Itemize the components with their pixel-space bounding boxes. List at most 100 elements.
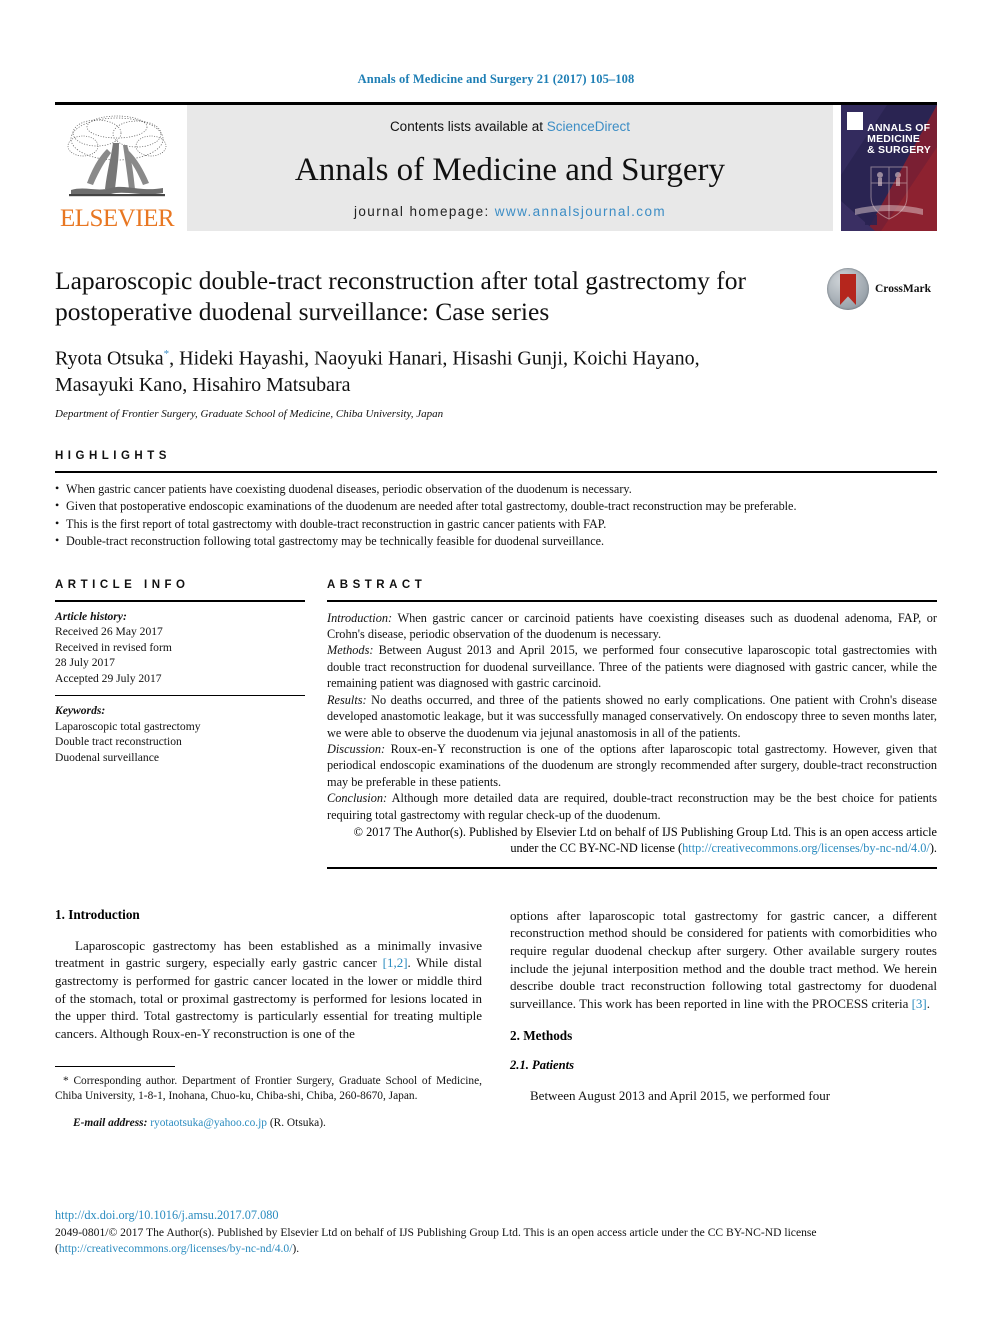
keywords-list: Keywords: Laparoscopic total gastrectomy… — [55, 703, 305, 765]
section-heading-methods: 2. Methods — [510, 1028, 573, 1044]
homepage-prefix: journal homepage: — [354, 204, 495, 219]
journal-title: Annals of Medicine and Surgery — [294, 151, 726, 188]
author-rest-line2: Masayuki Kano, Hisahiro Matsubara — [55, 373, 351, 396]
abstract-section-label: Conclusion: — [327, 791, 388, 806]
email-address-label: E-mail address: — [73, 1116, 148, 1129]
abstract-column: ABSTRACT Introduction: When gastric canc… — [327, 579, 937, 869]
keywords-block: Keywords: Laparoscopic total gastrectomy… — [55, 695, 305, 765]
abstract-section-text: When gastric cancer or carcinoid patient… — [327, 610, 937, 642]
sciencedirect-link[interactable]: ScienceDirect — [547, 119, 630, 134]
paragraph-text-post: . — [926, 995, 931, 1011]
footer-cc-license-link[interactable]: http://creativecommons.org/licenses/by-n… — [59, 1242, 293, 1255]
copyright-tail: ). — [929, 841, 937, 856]
journal-masthead: ELSEVIER Contents lists available at Sci… — [55, 102, 937, 231]
masthead-center-panel: Contents lists available at ScienceDirec… — [187, 105, 833, 231]
body-columns: 1. Introduction Laparoscopic gastrectomy… — [55, 907, 937, 1142]
abstract-section-text: Roux-en-Y reconstruction is one of the o… — [327, 741, 937, 789]
author-list: Ryota Otsuka*, Hideki Hayashi, Naoyuki H… — [55, 341, 845, 398]
highlights-section: HIGHLIGHTS When gastric cancer patients … — [55, 450, 937, 551]
subsection-heading-patients: 2.1. Patients — [510, 1058, 575, 1073]
abstract-section-text: No deaths occurred, and three of the pat… — [327, 692, 937, 740]
history-revised-date: 28 July 2017 — [55, 656, 115, 670]
elsevier-logo: ELSEVIER — [55, 105, 179, 231]
article-info-column: ARTICLE INFO Article history: Received 2… — [55, 579, 305, 869]
article-history-label: Article history: — [55, 609, 127, 623]
crossmark-icon — [827, 268, 869, 310]
info-abstract-region: ARTICLE INFO Article history: Received 2… — [55, 579, 937, 869]
paragraph-text-pre: options after laparoscopic total gastrec… — [510, 907, 937, 1011]
citation-ref-3[interactable]: [3] — [912, 996, 927, 1011]
article-history: Article history: Received 26 May 2017 Re… — [55, 609, 305, 687]
cover-title-text: ANNALS OF MEDICINE & SURGERY — [867, 122, 931, 156]
highlights-divider — [55, 470, 937, 473]
cover-elsevier-mark — [847, 112, 863, 130]
abstract-section-label: Discussion: — [327, 741, 386, 756]
affiliation: Department of Frontier Surgery, Graduate… — [55, 407, 444, 420]
homepage-link[interactable]: www.annalsjournal.com — [495, 204, 666, 219]
article-page: Annals of Medicine and Surgery 21 (2017)… — [0, 0, 992, 1323]
page-footer: http://dx.doi.org/10.1016/j.amsu.2017.07… — [55, 1208, 937, 1256]
history-accepted: Accepted 29 July 2017 — [55, 671, 162, 685]
keywords-label: Keywords: — [55, 704, 106, 718]
abstract-bottom-divider — [327, 866, 937, 869]
corresponding-author-footnote: * Corresponding author. Department of Fr… — [55, 1075, 482, 1103]
abstract-copyright: © 2017 The Author(s). Published by Elsev… — [327, 824, 937, 857]
abstract-section-text: Between August 2013 and April 2015, we p… — [327, 643, 937, 691]
contents-lists-line: Contents lists available at ScienceDirec… — [390, 119, 630, 134]
highlight-item: This is the first report of total gastre… — [55, 515, 937, 534]
title-block: CrossMark Laparoscopic double-tract reco… — [55, 265, 937, 420]
body-paragraph: Laparoscopic gastrectomy has been establ… — [55, 937, 482, 1043]
abstract-paragraph: Results: No deaths occurred, and three o… — [327, 692, 937, 741]
journal-cover-thumbnail: ANNALS OF MEDICINE & SURGERY — [841, 105, 937, 231]
cc-license-link[interactable]: http://creativecommons.org/licenses/by-n… — [682, 841, 930, 855]
journal-homepage-line: journal homepage: www.annalsjournal.com — [354, 204, 666, 219]
citation-ref-1-2[interactable]: [1,2] — [383, 955, 408, 970]
body-column-left: 1. Introduction Laparoscopic gastrectomy… — [55, 907, 482, 1142]
abstract-heading: ABSTRACT — [327, 578, 427, 591]
email-footnote: E-mail address: ryotaotsuka@yahoo.co.jp … — [55, 1116, 482, 1131]
abstract-paragraph: Discussion: Roux-en-Y reconstruction is … — [327, 741, 937, 790]
elsevier-wordmark: ELSEVIER — [59, 205, 175, 232]
highlights-heading: HIGHLIGHTS — [55, 449, 171, 462]
abstract-paragraph: Methods: Between August 2013 and April 2… — [327, 642, 937, 691]
highlights-list: When gastric cancer patients have coexis… — [55, 480, 937, 551]
running-head: Annals of Medicine and Surgery 21 (2017)… — [357, 72, 635, 86]
highlight-item: Double-tract reconstruction following to… — [55, 532, 937, 551]
author-email-link[interactable]: ryotaotsuka@yahoo.co.jp — [150, 1117, 267, 1129]
email-owner: (R. Otsuka). — [267, 1116, 326, 1129]
abstract-paragraph: Conclusion: Although more detailed data … — [327, 790, 937, 823]
abstract-section-label: Introduction: — [327, 610, 393, 625]
keyword-item: Duodenal surveillance — [55, 750, 159, 764]
contents-lists-prefix: Contents lists available at — [389, 119, 547, 134]
highlight-item: When gastric cancer patients have coexis… — [55, 480, 937, 499]
abstract-section-label: Results: — [327, 692, 367, 707]
author-first: Ryota Otsuka — [55, 347, 164, 370]
page-title: Laparoscopic double-tract reconstruction… — [55, 266, 747, 326]
section-heading-introduction: 1. Introduction — [55, 906, 140, 922]
history-revised-label: Received in revised form — [55, 640, 172, 654]
highlight-item: Given that postoperative endoscopic exam… — [55, 497, 937, 516]
doi-link[interactable]: http://dx.doi.org/10.1016/j.amsu.2017.07… — [55, 1208, 937, 1223]
article-info-divider — [55, 599, 305, 602]
abstract-body: Introduction: When gastric cancer or car… — [327, 610, 937, 823]
abstract-divider — [327, 599, 937, 602]
crossmark-label: CrossMark — [875, 283, 932, 295]
abstract-section-label: Methods: — [327, 643, 374, 658]
body-paragraph: options after laparoscopic total gastrec… — [510, 907, 937, 1013]
paragraph-text: Between August 2013 and April 2015, we p… — [530, 1088, 831, 1104]
footnote-separator — [55, 1066, 175, 1068]
history-received: Received 26 May 2017 — [55, 625, 163, 639]
crossmark-badge-group[interactable]: CrossMark — [827, 267, 937, 311]
cover-footer-text — [846, 223, 932, 227]
abstract-paragraph: Introduction: When gastric cancer or car… — [327, 610, 937, 643]
author-rest-line1: , Hideki Hayashi, Naoyuki Hanari, Hisash… — [169, 347, 700, 370]
body-column-right: options after laparoscopic total gastrec… — [510, 907, 937, 1142]
article-info-heading: ARTICLE INFO — [55, 578, 190, 591]
body-paragraph: Between August 2013 and April 2015, we p… — [510, 1087, 937, 1105]
abstract-section-text: Although more detailed data are required… — [327, 791, 937, 822]
keyword-item: Laparoscopic total gastrectomy — [55, 719, 201, 733]
keyword-item: Double tract reconstruction — [55, 735, 182, 749]
elsevier-tree-icon — [67, 115, 167, 197]
footer-license-text: 2049-0801/© 2017 The Author(s). Publishe… — [55, 1225, 937, 1256]
license-tail: ). — [292, 1241, 300, 1255]
